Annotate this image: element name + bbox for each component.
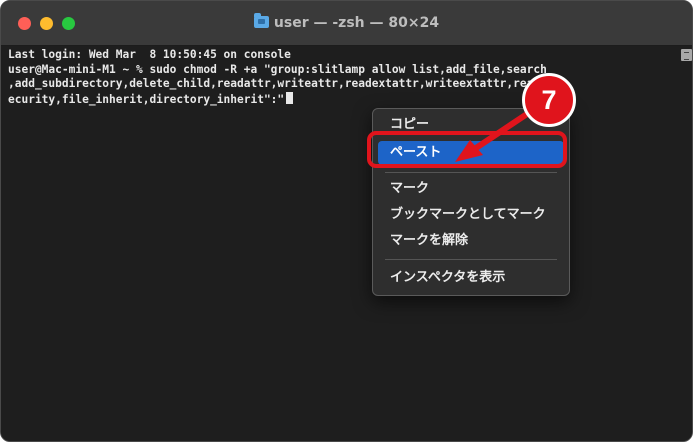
step-number-badge: 7 (522, 73, 576, 127)
arrow-icon (455, 109, 533, 162)
